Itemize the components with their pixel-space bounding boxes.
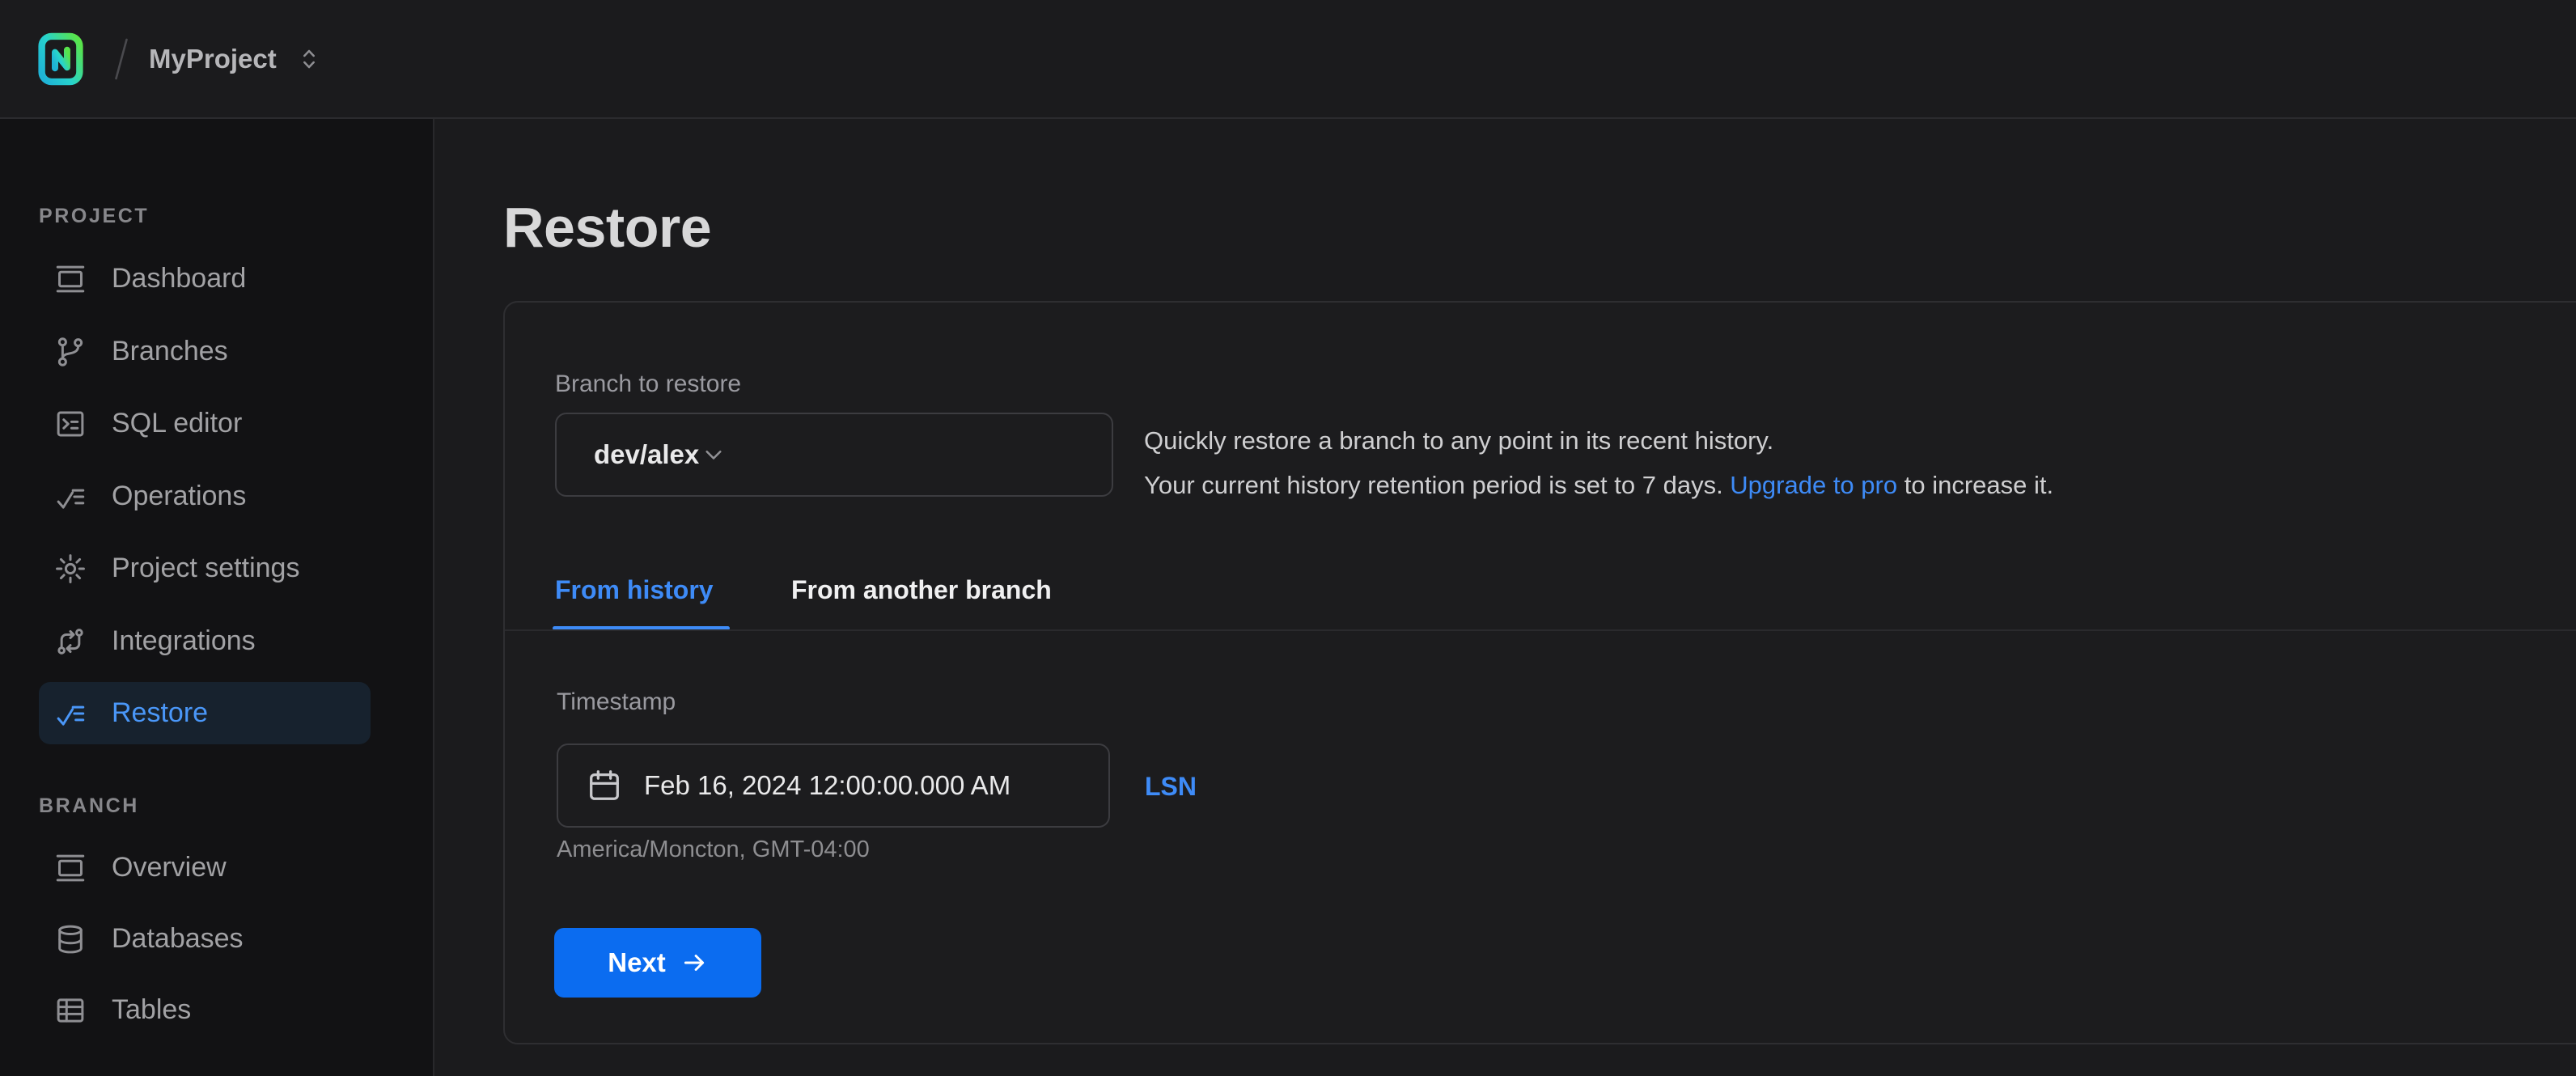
sidebar-item-label: Databases [112, 923, 244, 955]
next-button-label: Next [608, 947, 666, 978]
gear-icon [53, 552, 87, 586]
topbar: MyProject [0, 0, 2576, 119]
tabs-divider [505, 629, 2576, 631]
sidebar-item-label: Tables [112, 994, 191, 1026]
sidebar-item-label: Restore [112, 697, 208, 729]
window-lines-icon [53, 262, 87, 296]
page-title: Restore [503, 195, 711, 260]
project-switcher[interactable]: MyProject [149, 44, 324, 74]
sidebar-item-label: Integrations [112, 625, 256, 657]
timestamp-label: Timestamp [557, 686, 676, 718]
sidebar-item-overview[interactable]: Overview [39, 837, 371, 899]
git-branch-icon [53, 335, 87, 369]
repeat-icon [53, 625, 87, 659]
neon-logo-icon[interactable] [37, 30, 84, 88]
sidebar-item-integrations[interactable]: Integrations [39, 610, 371, 672]
sidebar-item-branches[interactable]: Branches [39, 320, 371, 383]
breadcrumb-slash-icon [84, 36, 149, 83]
sidebar-item-tables[interactable]: Tables [39, 979, 371, 1041]
checklist-icon [53, 480, 87, 514]
lsn-link[interactable]: LSN [1145, 769, 1197, 804]
restore-card: Branch to restore dev/alex Quickly resto… [503, 301, 2576, 1044]
arrow-right-icon [680, 949, 708, 976]
calendar-icon [586, 767, 644, 804]
project-name: MyProject [149, 44, 277, 74]
chevron-down-icon [699, 440, 728, 469]
branch-select-value: dev/alex [594, 439, 699, 470]
sidebar-item-dashboard[interactable]: Dashboard [39, 248, 371, 310]
sidebar-item-operations[interactable]: Operations [39, 465, 371, 527]
timestamp-input[interactable]: Feb 16, 2024 12:00:00.000 AM [557, 743, 1110, 828]
sidebar-item-label: SQL editor [112, 408, 242, 439]
table-icon [53, 993, 87, 1027]
sidebar-section-branch: BRANCH [39, 794, 139, 818]
description-line1: Quickly restore a branch to any point in… [1144, 426, 1773, 455]
sidebar-item-databases[interactable]: Databases [39, 908, 371, 970]
checklist-icon [53, 697, 87, 731]
app-root: MyProject PROJECT Dashboard [0, 0, 2576, 1076]
upgrade-to-pro-link[interactable]: Upgrade to pro [1730, 471, 1897, 499]
database-icon [53, 922, 87, 956]
tab-from-history[interactable]: From history [555, 572, 714, 608]
sidebar-item-label: Project settings [112, 553, 299, 584]
description-line2-suffix: to increase it. [1897, 471, 2053, 499]
sidebar-item-project-settings[interactable]: Project settings [39, 537, 371, 599]
sidebar-item-label: Dashboard [112, 263, 246, 294]
sidebar-section-project: PROJECT [39, 205, 149, 228]
sidebar-item-label: Operations [112, 481, 246, 512]
sidebar-item-restore[interactable]: Restore [39, 682, 371, 744]
description-line2-prefix: Your current history retention period is… [1144, 471, 1730, 499]
next-button[interactable]: Next [554, 928, 761, 998]
sidebar-item-label: Branches [112, 336, 228, 367]
terminal-icon [53, 407, 87, 441]
sidebar: PROJECT Dashboard B [0, 119, 434, 1076]
tab-from-another-branch[interactable]: From another branch [791, 572, 1052, 608]
branch-select[interactable]: dev/alex [555, 413, 1113, 497]
window-lines-icon [53, 851, 87, 885]
sidebar-item-label: Overview [112, 852, 227, 883]
sidebar-item-sql-editor[interactable]: SQL editor [39, 392, 371, 455]
sidebar-item-partial[interactable] [39, 1070, 371, 1076]
timestamp-value: Feb 16, 2024 12:00:00.000 AM [644, 770, 1010, 801]
restore-description: Quickly restore a branch to any point in… [1144, 418, 2438, 507]
branch-select-label: Branch to restore [555, 368, 741, 400]
main-content: Restore Branch to restore dev/alex Quick… [436, 119, 2576, 1076]
chevrons-up-down-icon [294, 44, 324, 74]
timezone-note: America/Moncton, GMT-04:00 [557, 835, 870, 864]
